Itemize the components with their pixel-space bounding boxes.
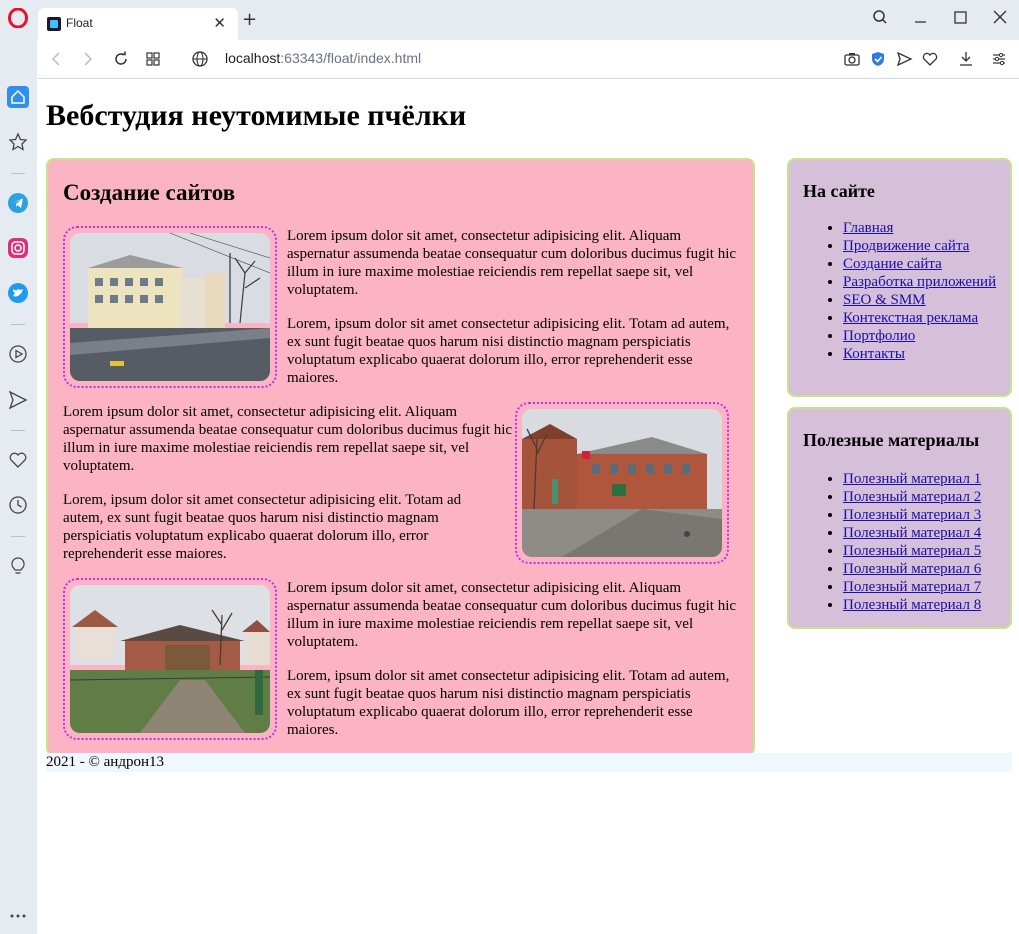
- opera-logo-icon[interactable]: [8, 8, 28, 28]
- materials-list: Полезный материал 1 Полезный материал 2 …: [803, 470, 1019, 614]
- list-item: Создание сайта: [843, 255, 1008, 273]
- download-icon[interactable]: [956, 49, 976, 69]
- list-item: Полезный материал 5: [843, 542, 1019, 560]
- material-link-5[interactable]: Полезный материал 5: [843, 543, 981, 559]
- instagram-icon[interactable]: [7, 237, 29, 259]
- list-item: Полезный материал 4: [843, 524, 1019, 542]
- nav-link-contacts[interactable]: Контакты: [843, 346, 905, 362]
- materials-box: Полезные материалы Полезный материал 1 П…: [787, 407, 1012, 629]
- nav-link-app-dev[interactable]: Разработка приложений: [843, 274, 996, 290]
- home-icon[interactable]: [7, 86, 29, 108]
- more-icon[interactable]: [7, 904, 29, 926]
- globe-icon[interactable]: [190, 49, 210, 69]
- materials-title: Полезные материалы: [803, 430, 980, 450]
- nav-link-seo-smm[interactable]: SEO & SMM: [843, 292, 926, 308]
- main-content: Создание сайтов Lorem ipsum dolor sit am…: [46, 158, 755, 756]
- nav-link-ads[interactable]: Контекстная реклама: [843, 310, 978, 326]
- site-nav-box: На сайте Главная Продвижение сайта Созда…: [787, 158, 1012, 397]
- sidebar-divider: [11, 430, 25, 431]
- paragraph: Lorem, ipsum dolor sit amet consectetur …: [287, 316, 730, 386]
- material-link-2[interactable]: Полезный материал 2: [843, 489, 981, 505]
- maximize-icon[interactable]: [949, 8, 971, 28]
- heart-icon[interactable]: [920, 49, 940, 69]
- material-link-7[interactable]: Полезный материал 7: [843, 579, 981, 595]
- browser-sidebar: [0, 40, 37, 934]
- reload-icon[interactable]: [111, 49, 131, 69]
- web-page: Вебстудия неутомимые пчёлки Создание сай…: [38, 79, 1019, 934]
- nav-link-promotion[interactable]: Продвижение сайта: [843, 238, 969, 254]
- site-nav-title: На сайте: [803, 181, 875, 201]
- site-nav-list: Главная Продвижение сайта Создание сайта…: [803, 219, 1008, 363]
- section-heading: Создание сайтов: [63, 180, 236, 205]
- list-item: Продвижение сайта: [843, 237, 1008, 255]
- material-link-1[interactable]: Полезный материал 1: [843, 471, 981, 487]
- list-item: Контакты: [843, 345, 1008, 363]
- paragraph: Lorem ipsum dolor sit amet, consectetur …: [287, 580, 737, 650]
- street-photo-image: [522, 409, 722, 557]
- list-item: Контекстная реклама: [843, 309, 1008, 327]
- list-item: Портфолио: [843, 327, 1008, 345]
- address-bar: localhost:63343/float/index.html: [38, 40, 1019, 79]
- material-link-6[interactable]: Полезный материал 6: [843, 561, 981, 577]
- building-photo: [63, 226, 277, 388]
- webstorm-favicon-icon: [47, 17, 61, 31]
- camera-icon[interactable]: [842, 49, 862, 69]
- paragraph: Lorem, ipsum dolor sit amet consectetur …: [287, 668, 730, 738]
- star-icon[interactable]: [7, 131, 29, 153]
- page-footer: 2021 - © андрон13: [46, 753, 1012, 772]
- nav-link-home[interactable]: Главная: [843, 220, 893, 236]
- paragraph: Lorem, ipsum dolor sit amet consectetur …: [63, 492, 462, 562]
- url-host: localhost: [225, 50, 281, 66]
- lightbulb-icon[interactable]: [7, 555, 29, 577]
- back-icon[interactable]: [46, 49, 66, 69]
- list-item: Полезный материал 1: [843, 470, 1019, 488]
- active-tab[interactable]: Float ✕: [38, 8, 238, 40]
- sidebar-divider: [11, 536, 25, 537]
- forward-icon[interactable]: [78, 49, 98, 69]
- paragraph: Lorem ipsum dolor sit amet, consectetur …: [287, 228, 737, 298]
- shield-icon[interactable]: [868, 49, 888, 69]
- tab-title: Float: [66, 16, 93, 30]
- tab-bar: Float ✕ +: [0, 0, 1019, 40]
- list-item: Полезный материал 2: [843, 488, 1019, 506]
- url-path: :63343/float/index.html: [280, 50, 422, 66]
- list-item: Полезный материал 3: [843, 506, 1019, 524]
- building-photo-image: [70, 233, 270, 381]
- url-text[interactable]: localhost:63343/float/index.html: [225, 50, 421, 66]
- list-item: Разработка приложений: [843, 273, 1008, 291]
- search-icon[interactable]: [869, 8, 891, 28]
- send-icon[interactable]: [894, 49, 914, 69]
- list-item: Главная: [843, 219, 1008, 237]
- send-icon[interactable]: [7, 389, 29, 411]
- house-photo-image: [70, 585, 270, 733]
- list-item: Полезный материал 8: [843, 596, 1019, 614]
- new-tab-icon[interactable]: +: [242, 10, 257, 30]
- material-link-8[interactable]: Полезный материал 8: [843, 597, 981, 613]
- heart-icon[interactable]: [7, 449, 29, 471]
- minimize-icon[interactable]: [909, 8, 931, 28]
- page-title: Вебстудия неутомимые пчёлки: [46, 99, 467, 132]
- speed-dial-icon[interactable]: [143, 49, 163, 69]
- material-link-3[interactable]: Полезный материал 3: [843, 507, 981, 523]
- nav-link-portfolio[interactable]: Портфолио: [843, 328, 915, 344]
- list-item: SEO & SMM: [843, 291, 1008, 309]
- tab-close-icon[interactable]: ✕: [213, 14, 226, 32]
- telegram-icon[interactable]: [7, 192, 29, 214]
- settings-icon[interactable]: [989, 49, 1009, 69]
- close-window-icon[interactable]: [989, 8, 1011, 28]
- street-photo: [515, 402, 729, 564]
- history-icon[interactable]: [7, 494, 29, 516]
- player-icon[interactable]: [7, 343, 29, 365]
- nav-link-site-creation[interactable]: Создание сайта: [843, 256, 942, 272]
- list-item: Полезный материал 7: [843, 578, 1019, 596]
- house-photo: [63, 578, 277, 740]
- twitter-icon[interactable]: [7, 282, 29, 304]
- sidebar-divider: [11, 324, 25, 325]
- sidebar-divider: [11, 173, 25, 174]
- paragraph: Lorem ipsum dolor sit amet, consectetur …: [63, 404, 513, 474]
- material-link-4[interactable]: Полезный материал 4: [843, 525, 981, 541]
- list-item: Полезный материал 6: [843, 560, 1019, 578]
